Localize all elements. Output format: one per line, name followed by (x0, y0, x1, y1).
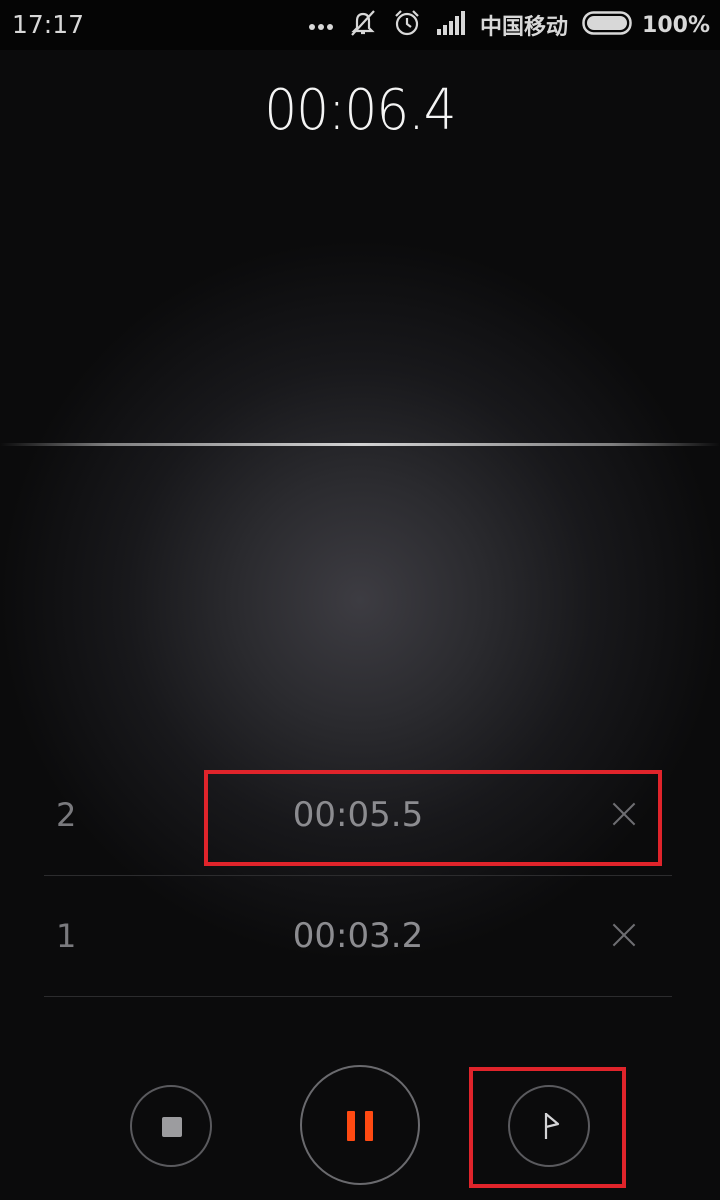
lap-time: 00:05.5 (292, 795, 424, 835)
stop-button[interactable] (130, 1085, 212, 1167)
close-icon[interactable] (612, 802, 636, 826)
pause-button[interactable] (300, 1065, 420, 1185)
pause-icon (347, 1111, 355, 1141)
elapsed-time: 00:06.4 (264, 78, 456, 143)
alarm-icon (392, 8, 422, 42)
flag-icon (544, 1113, 560, 1139)
lap-time: 00:03.2 (292, 916, 424, 956)
close-icon[interactable] (612, 923, 636, 947)
status-time: 17:17 (12, 10, 85, 39)
status-bar: 17:17 中国移动 100% (0, 0, 720, 50)
carrier-name: 中国移动 (480, 15, 569, 40)
pause-icon (365, 1111, 373, 1141)
stopwatch-screen: 17:17 中国移动 100% 00:06.4 2 00:05.5 1 00:0… (0, 0, 720, 1200)
mute-icon (348, 8, 378, 42)
lap-list: 2 00:05.5 1 00:03.2 (44, 755, 672, 997)
signal-icon (436, 11, 466, 39)
battery-percent: 100% (642, 12, 710, 38)
lap-row: 2 00:05.5 (44, 755, 672, 876)
lap-row: 1 00:03.2 (44, 876, 672, 997)
battery-icon (582, 11, 634, 39)
lap-button[interactable] (508, 1085, 590, 1167)
stop-icon (162, 1117, 182, 1137)
sound-wave-line (0, 443, 720, 446)
status-icons: 中国移动 100% (308, 8, 710, 42)
more-dots-icon (308, 16, 334, 35)
